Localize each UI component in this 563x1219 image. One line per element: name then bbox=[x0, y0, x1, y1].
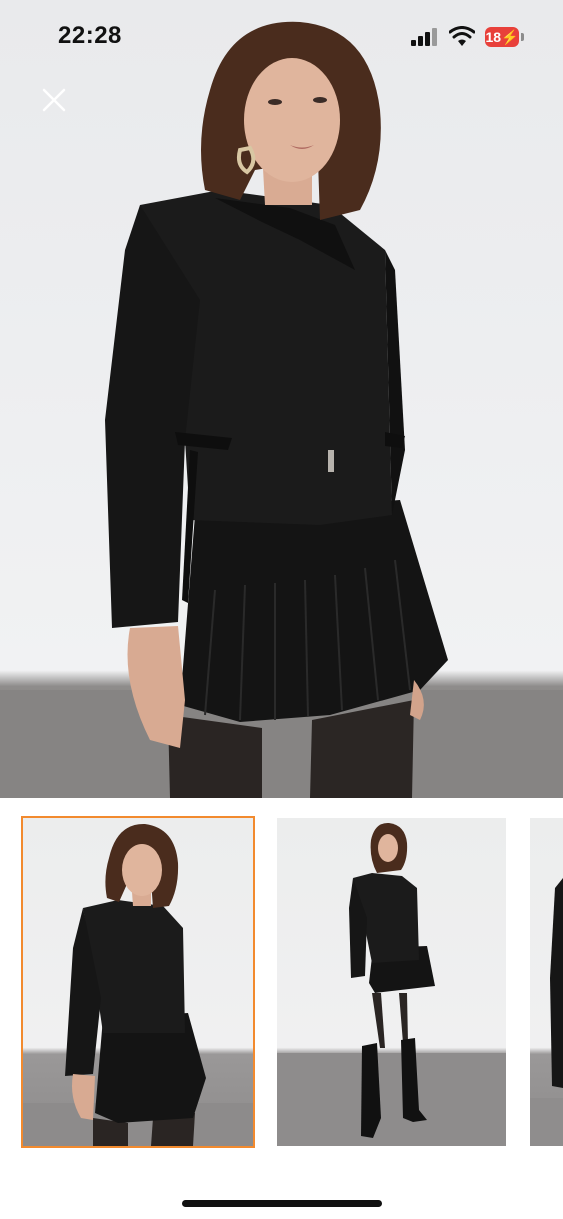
close-icon[interactable] bbox=[38, 84, 70, 116]
main-product-image[interactable]: 22:28 18⚡ bbox=[0, 0, 563, 798]
thumbnail-image bbox=[530, 878, 563, 1146]
thumbnail-1[interactable] bbox=[21, 816, 255, 1148]
thumbnail-image bbox=[277, 822, 506, 1146]
status-bar: 22:28 18⚡ bbox=[0, 0, 563, 75]
battery-tip bbox=[521, 33, 524, 41]
thumbnail-strip[interactable] bbox=[0, 816, 563, 1150]
model-photo bbox=[0, 21, 563, 798]
home-indicator[interactable] bbox=[182, 1200, 382, 1207]
thumbnail-3[interactable] bbox=[530, 818, 563, 1146]
thumbnail-2[interactable] bbox=[277, 818, 506, 1146]
signal-icon bbox=[411, 28, 439, 46]
battery-icon: 18⚡ bbox=[485, 27, 519, 47]
status-time: 22:28 bbox=[58, 22, 122, 49]
wifi-icon bbox=[449, 26, 475, 46]
thumbnail-image bbox=[23, 823, 253, 1146]
